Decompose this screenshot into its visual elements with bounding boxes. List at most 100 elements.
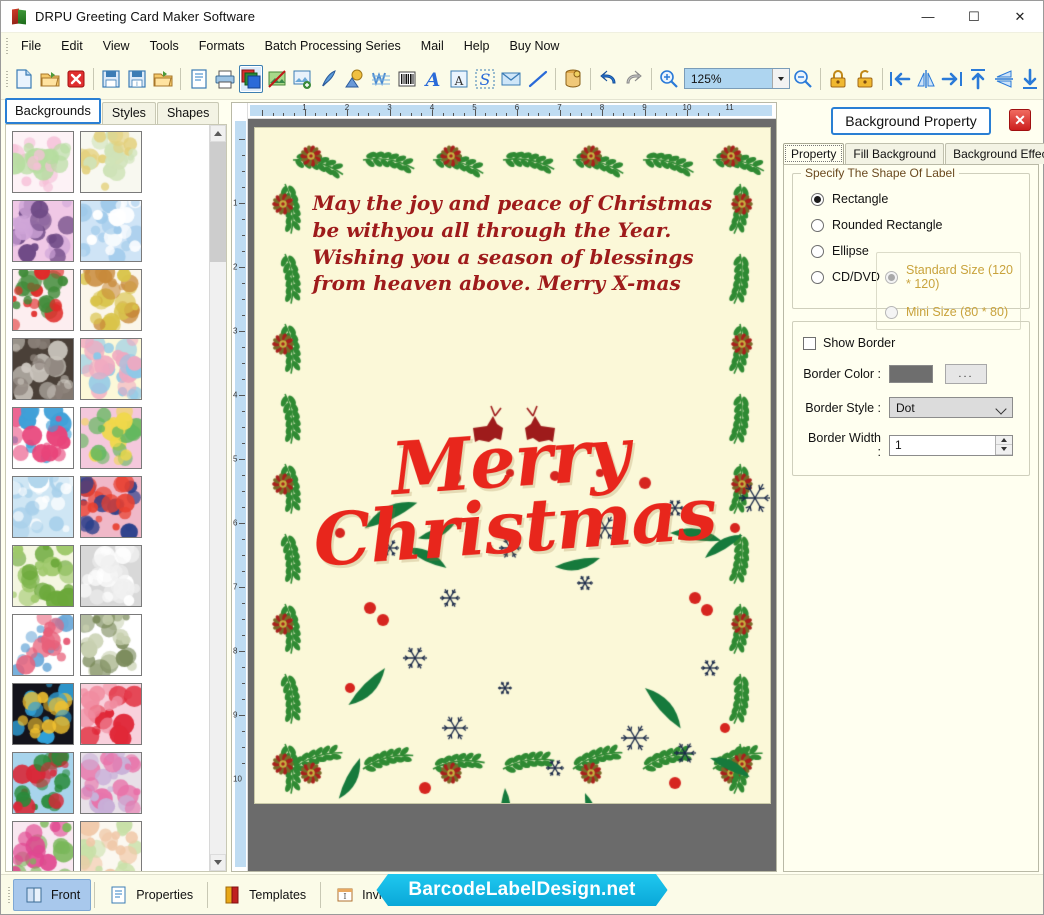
lock-icon[interactable]	[826, 65, 850, 93]
export-folder-icon[interactable]	[151, 65, 175, 93]
bottombar-grip-handle[interactable]	[5, 885, 13, 905]
undo-icon[interactable]	[596, 65, 620, 93]
print-icon[interactable]	[213, 65, 237, 93]
background-thumbnail[interactable]	[80, 131, 142, 193]
menu-item-batch-processing-series[interactable]: Batch Processing Series	[255, 35, 411, 57]
align-top-icon[interactable]	[966, 65, 990, 93]
radio-rectangle-indicator[interactable]	[811, 192, 824, 206]
radio-cd-dvd-indicator[interactable]	[811, 270, 824, 284]
scrollbar-track[interactable]	[210, 262, 226, 854]
background-property-icon[interactable]	[238, 64, 263, 93]
close-document-icon[interactable]	[64, 65, 88, 93]
add-image-icon[interactable]	[291, 65, 315, 93]
close-button[interactable]: ✕	[997, 1, 1043, 33]
save-as-icon[interactable]: I	[125, 65, 149, 93]
stepper-up-icon[interactable]	[996, 435, 1012, 445]
chevron-down-icon[interactable]	[772, 69, 790, 88]
horizontal-ruler[interactable]: 1 2 3 4 5 6 7 8 9 10 11	[248, 103, 776, 119]
greeting-card-design[interactable]: May the joy and peace of Christmas be wi…	[254, 128, 770, 803]
menu-item-file[interactable]: File	[11, 35, 51, 57]
vertical-ruler[interactable]: 1 2 3 4 5 6 7 8 9 10	[232, 119, 248, 871]
tab-shapes[interactable]: Shapes	[156, 102, 220, 124]
tab-background-effects[interactable]: Background Effects	[945, 143, 1044, 164]
align-bottom-icon[interactable]	[1018, 65, 1042, 93]
bottom-item-properties[interactable]: Properties	[98, 879, 204, 911]
scrollbar-thumb[interactable]	[210, 142, 226, 262]
background-thumbnail[interactable]	[80, 683, 142, 745]
background-thumbnail[interactable]	[80, 545, 142, 607]
text-box-icon[interactable]: A	[447, 65, 471, 93]
background-thumbnail[interactable]	[12, 821, 74, 871]
radio-rectangle[interactable]: Rectangle	[811, 192, 1019, 206]
line-icon[interactable]	[525, 65, 549, 93]
barcode-icon[interactable]	[395, 65, 419, 93]
menu-grip-handle[interactable]	[3, 36, 11, 56]
align-middle-icon[interactable]	[992, 65, 1016, 93]
menu-item-buy-now[interactable]: Buy Now	[499, 35, 569, 57]
new-document-icon[interactable]	[12, 65, 36, 93]
open-folder-icon[interactable]	[38, 65, 62, 93]
background-thumbnail[interactable]	[12, 131, 74, 193]
background-thumbnail[interactable]	[80, 476, 142, 538]
border-style-select[interactable]: Dot	[889, 397, 1013, 418]
align-left-icon[interactable]	[888, 65, 912, 93]
background-thumbnail[interactable]	[12, 338, 74, 400]
background-thumbnail[interactable]	[80, 821, 142, 871]
stepper-down-icon[interactable]	[996, 445, 1012, 455]
save-icon[interactable]	[99, 65, 123, 93]
scroll-up-icon[interactable]	[210, 125, 226, 142]
maximize-button[interactable]: ☐	[951, 1, 997, 33]
background-thumbnail[interactable]	[12, 200, 74, 262]
tab-backgrounds[interactable]: Backgrounds	[5, 98, 101, 124]
radio-mini-size[interactable]: Mini Size (80 * 80)	[885, 305, 1014, 319]
background-thumbnail[interactable]	[12, 683, 74, 745]
database-icon[interactable]	[561, 65, 585, 93]
envelope-icon[interactable]	[499, 65, 523, 93]
radio-standard-size[interactable]: Standard Size (120 * 120)	[885, 263, 1014, 291]
radio-ellipse-indicator[interactable]	[811, 244, 824, 258]
background-thumbnail[interactable]	[12, 752, 74, 814]
card-message-text[interactable]: May the joy and peace of Christmas be wi…	[313, 190, 713, 297]
show-border-row[interactable]: Show Border	[803, 336, 1019, 350]
background-thumbnail[interactable]	[12, 476, 74, 538]
border-color-browse-button[interactable]: ...	[945, 364, 987, 384]
menu-item-view[interactable]: View	[93, 35, 140, 57]
tab-styles[interactable]: Styles	[101, 102, 156, 124]
shape-fill-icon[interactable]	[343, 65, 367, 93]
tab-fill-background[interactable]: Fill Background	[845, 143, 945, 164]
menu-item-help[interactable]: Help	[454, 35, 500, 57]
background-thumbnail[interactable]	[12, 614, 74, 676]
close-panel-button[interactable]: ✕	[1009, 109, 1031, 131]
bottom-item-front[interactable]: Front	[13, 878, 92, 911]
zoom-in-icon[interactable]	[657, 65, 681, 93]
page-setup-icon[interactable]	[186, 65, 210, 93]
background-thumbnail[interactable]	[12, 269, 74, 331]
canvas-viewport[interactable]: May the joy and peace of Christmas be wi…	[248, 119, 776, 871]
radio-rounded-rectangle-indicator[interactable]	[811, 218, 824, 232]
scroll-down-icon[interactable]	[210, 854, 226, 871]
no-image-icon[interactable]	[265, 65, 289, 93]
bottom-item-templates[interactable]: Templates	[211, 879, 317, 911]
background-thumbnail[interactable]	[12, 407, 74, 469]
border-color-swatch[interactable]	[889, 365, 933, 383]
radio-standard-size-indicator[interactable]	[885, 270, 898, 284]
unlock-icon[interactable]	[852, 65, 876, 93]
text-icon[interactable]: A	[421, 65, 445, 93]
radio-rounded-rectangle[interactable]: Rounded Rectangle	[811, 218, 1019, 232]
redo-icon[interactable]	[622, 65, 646, 93]
backgrounds-scrollbar[interactable]	[209, 125, 226, 871]
background-thumbnail[interactable]	[80, 614, 142, 676]
zoom-level-combo[interactable]: 125%	[683, 68, 791, 89]
show-border-checkbox[interactable]	[803, 336, 816, 350]
signature-icon[interactable]: S	[473, 65, 497, 93]
tab-property[interactable]: Property	[783, 143, 845, 164]
watermark-icon[interactable]	[369, 65, 393, 93]
background-thumbnail[interactable]	[80, 269, 142, 331]
align-center-horizontal-icon[interactable]	[914, 65, 938, 93]
background-thumbnail[interactable]	[80, 752, 142, 814]
border-width-stepper[interactable]	[995, 435, 1012, 455]
border-width-input[interactable]: 1	[889, 434, 1013, 456]
pen-icon[interactable]	[317, 65, 341, 93]
background-thumbnail[interactable]	[80, 338, 142, 400]
zoom-out-icon[interactable]	[791, 65, 815, 93]
